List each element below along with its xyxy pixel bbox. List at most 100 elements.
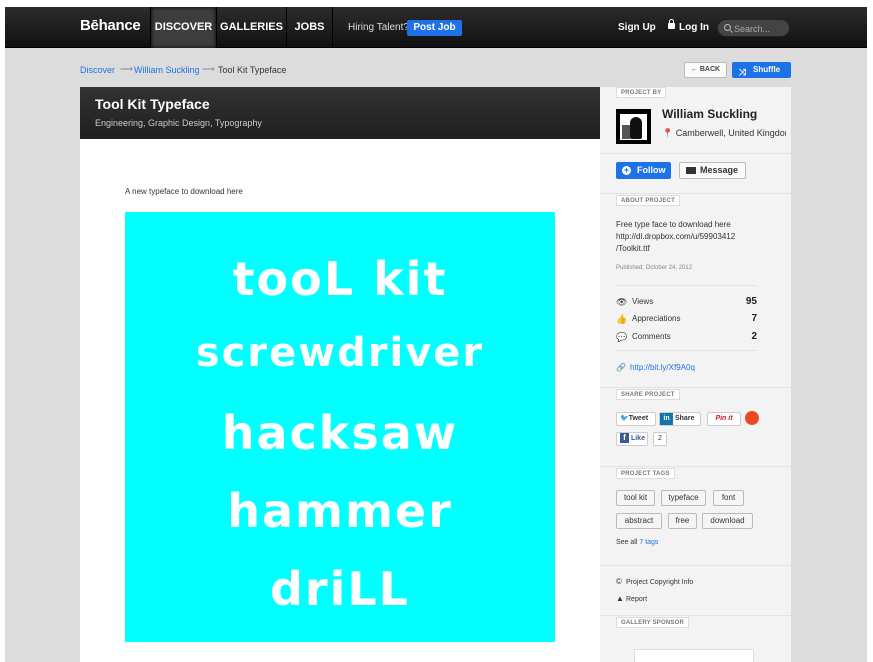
breadcrumb-author-link[interactable]: William Suckling: [134, 65, 200, 75]
divider: [600, 565, 791, 566]
about-line: Free type face to download here: [616, 220, 731, 229]
facebook-like-label: Like: [630, 435, 645, 442]
divider: [616, 350, 757, 351]
project-tags-label: PROJECT TAGS: [616, 468, 675, 479]
shuffle-icon: ⤨: [739, 67, 747, 77]
avatar-photo-part: [630, 117, 642, 139]
hiring-talent-text: Hiring Talent?: [348, 22, 409, 33]
share-project-label: SHARE PROJECT: [616, 389, 680, 400]
back-button[interactable]: ← BACK: [684, 62, 727, 78]
facebook-like-count: 2: [653, 432, 667, 446]
project-title: Tool Kit Typeface: [95, 96, 210, 112]
about-line: http://dl.dropbox.com/u/59903412: [616, 232, 736, 241]
breadcrumb-separator: ⟶: [202, 64, 215, 74]
project-description: A new typeface to download here: [125, 187, 243, 196]
gallery-sponsor-label: GALLERY SPONSOR: [616, 617, 690, 628]
breadcrumb-author[interactable]: William Suckling: [134, 65, 200, 75]
stat-value: 2: [751, 331, 757, 342]
stat-value: 7: [751, 313, 757, 324]
tag-button[interactable]: free: [668, 513, 697, 529]
post-job-button[interactable]: Post Job: [407, 20, 462, 36]
artwork-text-line: hacksaw: [221, 406, 459, 460]
nav-tab-jobs[interactable]: JOBS: [286, 7, 333, 48]
location-pin-icon: 📍: [662, 128, 674, 138]
project-fields: Engineering, Graphic Design, Typography: [95, 118, 262, 128]
divider: [600, 193, 791, 194]
project-header: Tool Kit Typeface Engineering, Graphic D…: [80, 87, 600, 139]
follow-button[interactable]: + Follow: [616, 162, 671, 179]
pinterest-button[interactable]: Pin it: [707, 412, 741, 426]
shuffle-label: Shuffle: [753, 65, 781, 74]
breadcrumb-discover[interactable]: Discover: [80, 65, 115, 75]
tweet-button[interactable]: 🐦Tweet: [616, 412, 656, 426]
behance-logo[interactable]: Bēhance: [80, 17, 141, 34]
eye-icon: 👁: [616, 297, 628, 307]
artwork-text-line: driLL: [269, 562, 410, 616]
top-navigation-bar: Bēhance DISCOVER GALLERIES JOBS Hiring T…: [5, 7, 867, 48]
sponsor-box[interactable]: [634, 649, 754, 662]
tweet-label: Tweet: [628, 415, 649, 422]
warning-icon: ▲: [616, 594, 624, 603]
tag-button[interactable]: tool kit: [616, 490, 655, 506]
stat-label: Appreciations: [632, 314, 681, 323]
search-box[interactable]: [717, 19, 790, 37]
copyright-icon: ©: [616, 577, 622, 586]
shuffle-button[interactable]: ⤨ Shuffle: [732, 62, 791, 78]
author-avatar[interactable]: [616, 109, 651, 144]
tag-button[interactable]: typeface: [661, 490, 706, 506]
nav-tab-galleries[interactable]: GALLERIES: [216, 7, 286, 48]
sign-up-link[interactable]: Sign Up: [618, 7, 656, 48]
project-artwork-image: tooL kit screwdriver hacksaw hammer driL…: [125, 212, 555, 642]
copyright-link[interactable]: Project Copyright Info: [626, 579, 693, 586]
breadcrumb-current: Tool Kit Typeface: [218, 65, 287, 75]
search-input[interactable]: [734, 22, 788, 35]
message-label: Message: [700, 165, 739, 175]
facebook-like-button[interactable]: f Like: [616, 432, 648, 446]
divider: [616, 285, 757, 286]
divider: [600, 615, 791, 616]
breadcrumb-discover-link[interactable]: Discover: [80, 65, 115, 75]
log-in-link[interactable]: Log In: [668, 7, 709, 48]
link-icon: 🔗: [616, 363, 626, 372]
author-name[interactable]: William Suckling: [662, 107, 757, 121]
project-sidebar: PROJECT BY William Suckling 📍 Camberwell…: [600, 87, 791, 662]
see-all-tags-link[interactable]: 7 tags: [639, 539, 658, 546]
artwork-text-line: hammer: [227, 484, 453, 538]
message-button[interactable]: Message: [679, 162, 746, 179]
author-location-text: Camberwell, United Kingdom: [675, 128, 786, 138]
short-link-row: 🔗 http://bit.ly/Xf9A0q: [616, 363, 695, 372]
artwork-text-line: screwdriver: [195, 330, 485, 376]
divider: [600, 466, 791, 467]
browser-viewport: Bēhance DISCOVER GALLERIES JOBS Hiring T…: [5, 7, 867, 662]
linkedin-share-label: Share: [674, 415, 695, 422]
facebook-icon: f: [620, 433, 629, 443]
copyright-row[interactable]: © Project Copyright Info: [616, 577, 693, 586]
log-in-label: Log In: [679, 22, 709, 33]
comment-icon: 💬: [616, 332, 628, 342]
linkedin-icon: in: [660, 413, 673, 425]
about-project-text: Free type face to download here http://d…: [616, 219, 786, 255]
tag-button[interactable]: font: [713, 490, 744, 506]
about-line: /Toolkit.ttf: [616, 244, 650, 253]
published-date: Published: October 24, 2012: [616, 265, 693, 271]
report-row[interactable]: ▲ Report: [616, 594, 647, 603]
nav-tab-discover[interactable]: DISCOVER: [150, 7, 216, 48]
stumbleupon-icon[interactable]: [745, 411, 759, 425]
thumbs-up-icon: 👍: [616, 314, 628, 324]
tag-button[interactable]: abstract: [616, 513, 662, 529]
lock-icon: [668, 19, 675, 29]
about-project-label: ABOUT PROJECT: [616, 195, 680, 206]
artwork-text-line: tooL kit: [232, 252, 448, 306]
project-by-label: PROJECT BY: [616, 87, 667, 98]
short-link[interactable]: http://bit.ly/Xf9A0q: [630, 363, 695, 372]
divider: [600, 387, 791, 388]
tag-button[interactable]: download: [702, 513, 753, 529]
project-panel: Tool Kit Typeface Engineering, Graphic D…: [80, 87, 600, 662]
author-location: 📍 Camberwell, United Kingdom: [662, 128, 786, 139]
envelope-icon: [686, 167, 696, 174]
search-icon: [724, 24, 731, 31]
twitter-icon: 🐦: [620, 415, 629, 422]
report-link[interactable]: Report: [626, 596, 647, 603]
linkedin-share-button[interactable]: in Share: [659, 412, 701, 426]
see-all-tags: See all 7 tags: [616, 539, 658, 546]
